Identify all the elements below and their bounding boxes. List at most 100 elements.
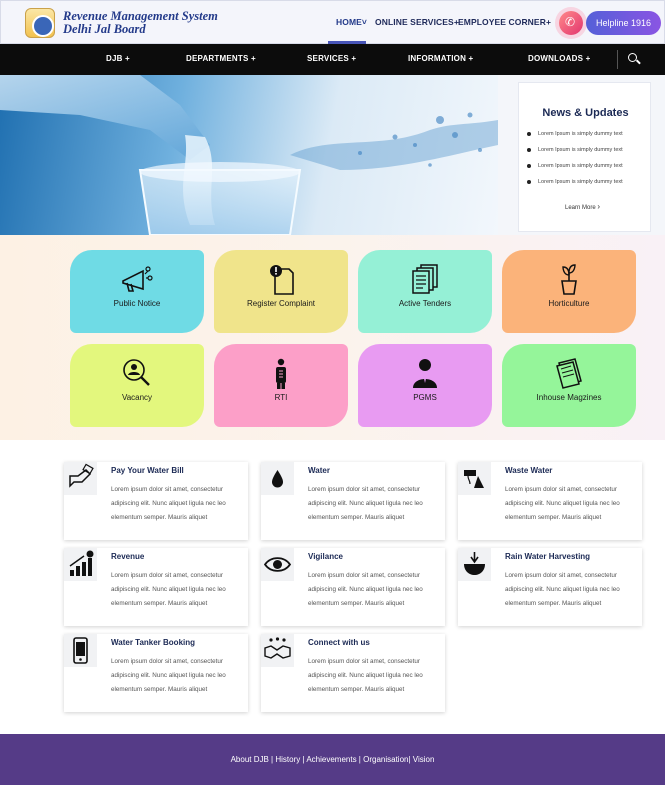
service-title: Vigilance [308, 552, 343, 561]
nav-downloads[interactable]: DOWNLOADS + [528, 54, 590, 63]
service-description: Lorem ipsum dolor sit amet, consectetur … [505, 572, 620, 607]
nav-departments-label: DEPARTMENTS [186, 54, 249, 63]
nav-employee-corner[interactable]: EMPLOYEE CORNER+ [458, 17, 551, 27]
news-item[interactable]: Lorem Ipsum is simply dummy text [527, 131, 623, 137]
service-card-vigilance[interactable]: Vigilance Lorem ipsum dolor sit amet, co… [261, 548, 445, 626]
person-info-icon [276, 358, 286, 389]
nav-employee-label: EMPLOYEE CORNER [458, 17, 546, 27]
magnifier-user-icon [123, 359, 150, 386]
quick-links-section: Public Notice Register Complaint Active … [0, 235, 665, 440]
brand-line-2: Delhi Jal Board [63, 22, 146, 36]
nav-online-services[interactable]: ONLINE SERVICES+ [375, 17, 459, 27]
tile-label: Horticulture [548, 299, 590, 308]
nav-djb[interactable]: DJB + [106, 54, 130, 63]
nav-downloads-label: DOWNLOADS [528, 54, 584, 63]
service-title: Rain Water Harvesting [505, 552, 591, 561]
tile-label: Public Notice [113, 299, 161, 308]
document-alert-icon [270, 265, 294, 295]
tile-label: RTI [274, 393, 288, 402]
service-description: Lorem ipsum dolor sit amet, consectetur … [505, 486, 620, 521]
tile-label: Inhouse Magzines [536, 393, 602, 402]
nav-departments[interactable]: DEPARTMENTS + [186, 54, 256, 63]
handshake-icon [261, 634, 294, 667]
nav-home[interactable]: HOME˅ [336, 17, 367, 27]
hero-banner-water-glass [0, 75, 498, 235]
search-icon[interactable] [628, 53, 637, 62]
service-description: Lorem ipsum dolor sit amet, consectetur … [111, 658, 226, 693]
tile-pgms[interactable]: PGMS [358, 344, 492, 427]
service-description: Lorem ipsum dolor sit amet, consectetur … [308, 658, 423, 693]
service-card-waste-water[interactable]: Waste Water Lorem ipsum dolor sit amet, … [458, 462, 642, 540]
djb-logo[interactable] [25, 8, 55, 38]
nav-information-label: INFORMATION [408, 54, 467, 63]
site-footer: About DJB | History | Achievements | Org… [0, 734, 665, 785]
plus-icon: + [545, 17, 552, 27]
phone-icon: ✆ [565, 15, 576, 29]
helpline-button[interactable]: Helpline 1916 [586, 11, 661, 35]
service-description: Lorem ipsum dolor sit amet, consectetur … [111, 486, 226, 521]
footer-links[interactable]: About DJB | History | Achievements | Org… [0, 755, 665, 764]
news-item[interactable]: Lorem Ipsum is simply dummy text [527, 147, 623, 153]
service-title: Pay Your Water Bill [111, 466, 184, 475]
plant-pot-icon [561, 264, 577, 295]
tile-public-notice[interactable]: Public Notice [70, 250, 204, 333]
tile-label: Vacancy [121, 393, 153, 402]
plus-icon: + [250, 54, 256, 63]
tile-active-tenders[interactable]: Active Tenders [358, 250, 492, 333]
tile-register-complaint[interactable]: Register Complaint [214, 250, 348, 333]
service-title: Water [308, 466, 330, 475]
tile-vacancy[interactable]: Vacancy [70, 344, 204, 427]
nav-divider [617, 50, 618, 69]
news-item[interactable]: Lorem Ipsum is simply dummy text [527, 163, 623, 169]
service-title: Connect with us [308, 638, 370, 647]
plus-icon: + [468, 54, 474, 63]
eye-icon [261, 548, 294, 581]
tile-rti[interactable]: RTI [214, 344, 348, 427]
officer-icon [413, 359, 437, 388]
service-description: Lorem ipsum dolor sit amet, consectetur … [111, 572, 226, 607]
service-card-water-tanker-booking[interactable]: Water Tanker Booking Lorem ipsum dolor s… [64, 634, 248, 712]
service-card-water[interactable]: Water Lorem ipsum dolor sit amet, consec… [261, 462, 445, 540]
tile-label: PGMS [413, 393, 437, 402]
documents-stack-icon [412, 264, 438, 294]
bar-growth-icon [64, 548, 97, 581]
hand-bill-icon [64, 462, 97, 495]
service-card-rain-water-harvesting[interactable]: Rain Water Harvesting Lorem ipsum dolor … [458, 548, 642, 626]
service-card-pay-water-bill[interactable]: Pay Your Water Bill Lorem ipsum dolor si… [64, 462, 248, 540]
news-item[interactable]: Lorem Ipsum is simply dummy text [527, 179, 623, 185]
nav-djb-label: DJB [106, 54, 123, 63]
nav-information[interactable]: INFORMATION + [408, 54, 473, 63]
learn-more-link[interactable]: Learn More › [565, 202, 600, 211]
water-pour-illustration [0, 75, 498, 235]
tile-horticulture[interactable]: Horticulture [502, 250, 636, 333]
plus-icon: + [125, 54, 130, 63]
nav-services[interactable]: SERVICES + [307, 54, 356, 63]
tile-label: Register Complaint [246, 299, 316, 308]
mobile-booking-icon [64, 634, 97, 667]
brand-title[interactable]: Revenue Management System Delhi Jal Boar… [63, 10, 218, 36]
news-title: News & Updates [542, 107, 629, 119]
service-description: Lorem ipsum dolor sit amet, consectetur … [308, 572, 423, 607]
chevron-down-icon: ˅ [361, 17, 367, 27]
service-card-connect-with-us[interactable]: Connect with us Lorem ipsum dolor sit am… [261, 634, 445, 712]
plus-icon: + [351, 54, 357, 63]
nav-services-label: SERVICES [307, 54, 349, 63]
chevron-right-icon: › [597, 202, 601, 211]
tile-label: Active Tenders [398, 299, 452, 308]
water-drop-icon [261, 462, 294, 495]
phone-call-button[interactable]: ✆ [559, 11, 583, 35]
site-header: Revenue Management System Delhi Jal Boar… [0, 0, 665, 44]
nav-online-label: ONLINE SERVICES [375, 17, 454, 27]
main-navigation: DJB + DEPARTMENTS + SERVICES + INFORMATI… [0, 44, 665, 75]
rain-harvest-icon [458, 548, 491, 581]
megaphone-icon [122, 266, 153, 292]
service-title: Water Tanker Booking [111, 638, 196, 647]
service-title: Waste Water [505, 466, 553, 475]
tile-inhouse-magazines[interactable]: Inhouse Magzines [502, 344, 636, 427]
nav-home-label: HOME [336, 17, 362, 27]
magazines-icon [556, 358, 582, 389]
service-card-revenue[interactable]: Revenue Lorem ipsum dolor sit amet, cons… [64, 548, 248, 626]
news-updates-card: News & Updates Lorem Ipsum is simply dum… [518, 82, 651, 232]
waste-water-icon [458, 462, 491, 495]
service-description: Lorem ipsum dolor sit amet, consectetur … [308, 486, 423, 521]
